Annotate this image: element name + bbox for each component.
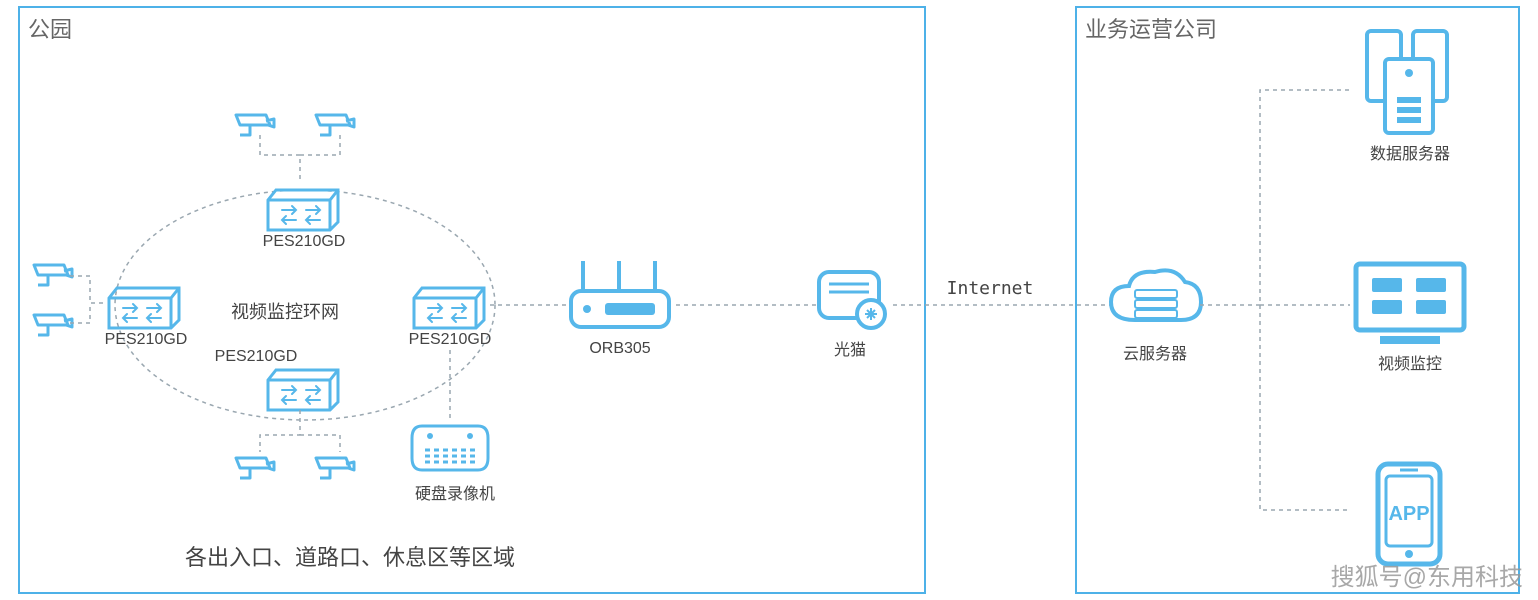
ring-label: 视频监控环网 [215,298,355,324]
nvr-label: 硬盘录像机 [400,480,510,504]
park-caption: 各出入口、道路口、休息区等区域 [130,540,570,572]
servers-label: 数据服务器 [1355,140,1465,164]
link [676,300,816,310]
app-icon: APP [1370,460,1448,570]
internet-label: Internet [940,278,1040,299]
monitor-icon [1350,258,1470,348]
servers-icon [1345,25,1475,135]
company-title: 业务运营公司 [1085,12,1217,44]
switch-right-label: PES210GD [404,331,496,349]
nvr-icon [410,420,490,476]
switch-bottom-label: PES210GD [210,348,302,366]
switch-icon [103,278,185,330]
camera-link [245,410,365,455]
switch-icon [408,278,490,330]
cloud-links [1200,60,1360,540]
switch-icon [262,180,344,232]
switch-icon [262,360,344,412]
app-badge: APP [1388,503,1429,525]
link [445,350,465,420]
camera-link [245,135,365,185]
switch-left-label: PES210GD [100,331,192,349]
cloud-label: 云服务器 [1110,340,1200,364]
camera-link [70,268,110,338]
monitor-label: 视频监控 [1360,350,1460,374]
park-title: 公园 [28,12,72,44]
router-icon [565,255,675,335]
router-label: ORB305 [580,340,660,358]
switch-top-label: PES210GD [258,233,350,251]
link [490,300,570,310]
cloud-icon [1105,262,1205,342]
modem-label: 光猫 [820,336,880,360]
modem-icon [815,268,893,334]
